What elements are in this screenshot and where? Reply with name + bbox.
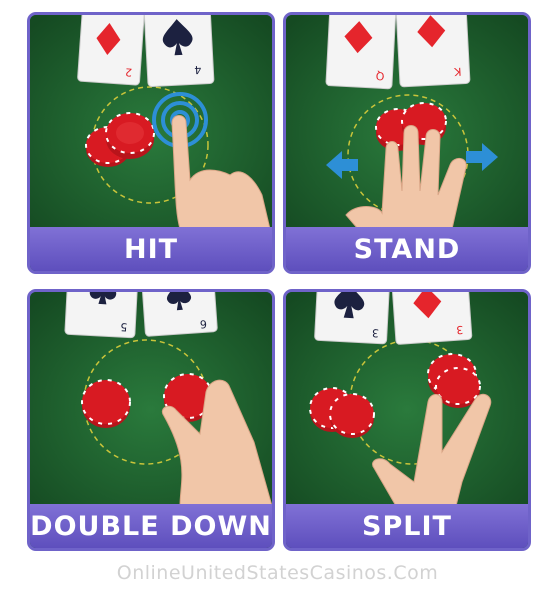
double-down-scene: 5 6 bbox=[30, 292, 272, 506]
card-rank: 4 bbox=[194, 63, 202, 76]
playing-card: 5 bbox=[64, 292, 139, 339]
card-rank: Q bbox=[375, 69, 385, 82]
chip bbox=[81, 379, 131, 428]
panel-label: SPLIT bbox=[286, 504, 528, 548]
card-rank: 3 bbox=[456, 323, 464, 336]
panel-label: STAND bbox=[286, 227, 528, 271]
split-scene: 3 3 bbox=[286, 292, 528, 506]
card-rank: 2 bbox=[125, 65, 133, 78]
stand-panel: Q K STAND bbox=[283, 12, 531, 274]
panel-label: DOUBLE DOWN bbox=[30, 504, 272, 548]
stand-scene: Q K bbox=[286, 15, 528, 229]
watermark: OnlineUnitedStatesCasinos.Com bbox=[116, 562, 439, 584]
playing-card: 6 bbox=[141, 292, 218, 337]
playing-card: 4 bbox=[143, 15, 215, 88]
double-down-panel: 5 6 DOUBLE DOWN bbox=[27, 289, 275, 551]
playing-card: 3 bbox=[314, 292, 391, 345]
card-rank: 3 bbox=[372, 326, 380, 339]
playing-card: K bbox=[395, 15, 471, 88]
split-panel: 3 3 SPLIT bbox=[283, 289, 531, 551]
hit-panel: 2 4 HIT bbox=[27, 12, 275, 274]
playing-card: 2 bbox=[77, 15, 145, 86]
hit-scene: 2 4 bbox=[30, 15, 272, 229]
card-rank: 5 bbox=[120, 320, 128, 333]
playing-card: 3 bbox=[391, 292, 473, 345]
playing-card: Q bbox=[325, 15, 397, 90]
card-rank: 6 bbox=[199, 317, 207, 330]
panel-label: HIT bbox=[30, 227, 272, 271]
